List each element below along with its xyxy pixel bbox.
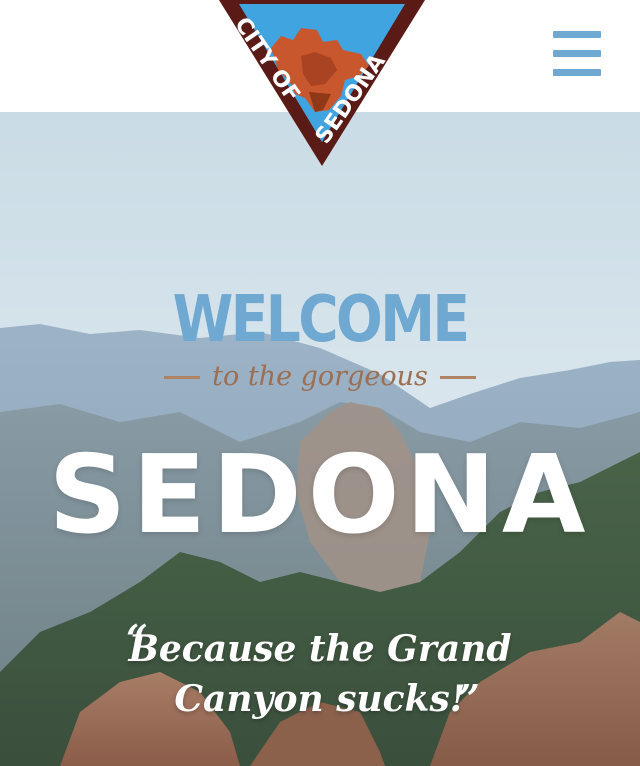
close-quote-mark: ” (458, 676, 480, 721)
quote-line-2: Canyon sucks! (174, 678, 466, 720)
hamburger-menu-button[interactable] (553, 31, 601, 77)
city-of-sedona-logo[interactable]: CITY OF SEDONA (219, 0, 425, 166)
hero-quote: Because the Grand Canyon sucks! (0, 624, 640, 724)
logo-emblem: CITY OF SEDONA (219, 0, 425, 166)
menu-bar-middle (553, 50, 601, 57)
tagline-row: to the gorgeous (0, 362, 640, 392)
tagline-rule-right (440, 376, 476, 379)
menu-bar-top (553, 31, 601, 38)
quote-line-1: Because the Grand (128, 628, 512, 670)
menu-bar-bottom (553, 69, 601, 76)
hero-section: WELCOME to the gorgeous SEDONA “ Because… (0, 112, 640, 766)
tagline-text: to the gorgeous (212, 361, 428, 392)
sedona-title: SEDONA (48, 433, 592, 558)
welcome-heading: WELCOME (172, 283, 470, 357)
